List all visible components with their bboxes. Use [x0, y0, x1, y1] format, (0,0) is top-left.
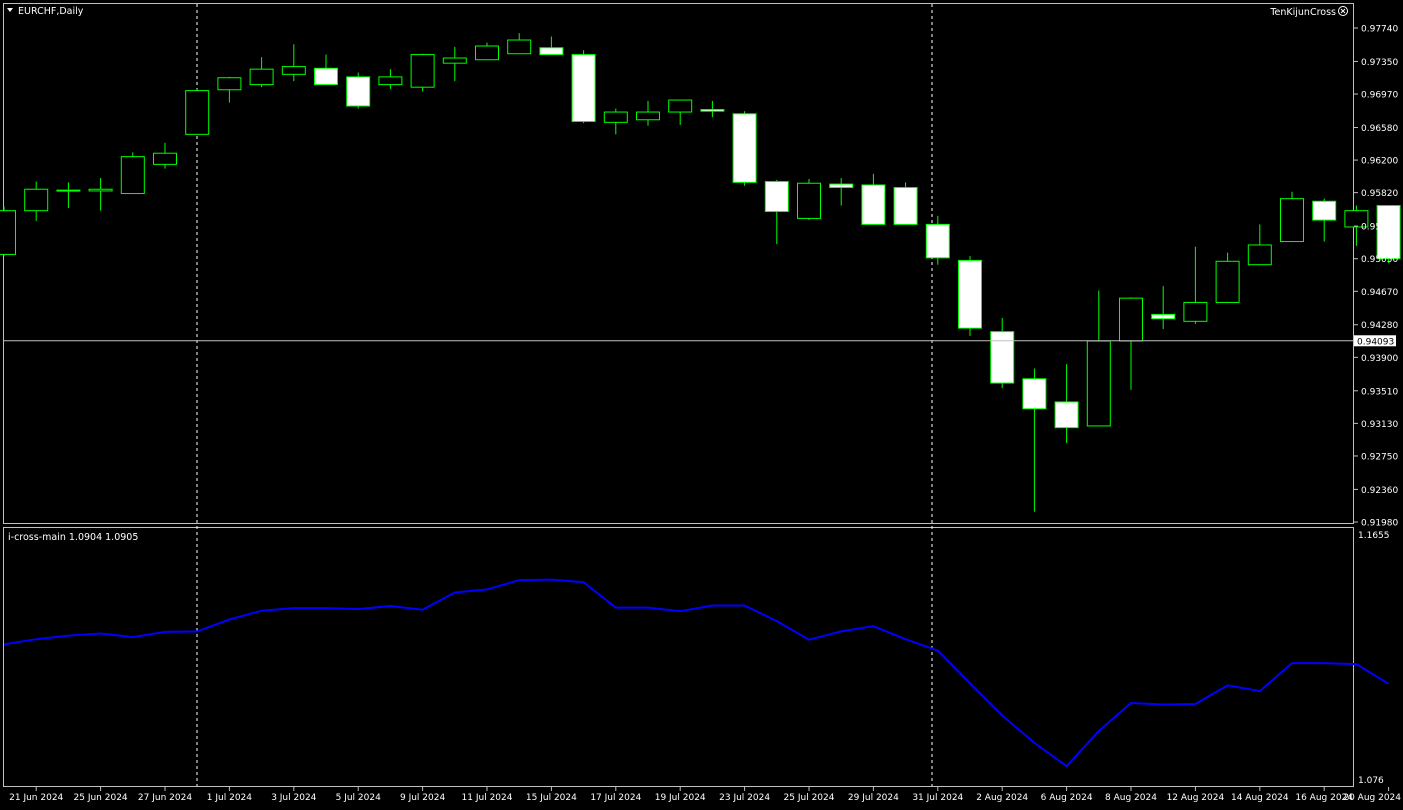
candle-body-bear	[1151, 313, 1176, 320]
candle-body-bull	[56, 189, 81, 192]
candle-body-bull	[1183, 301, 1208, 322]
price-tick-label: 0.94670	[1361, 288, 1398, 298]
time-tick-label: 3 Jul 2024	[271, 793, 316, 803]
candle-body-bull	[442, 57, 467, 64]
candle-body-bull	[1086, 340, 1111, 427]
candle-body-bear	[700, 108, 725, 112]
candle-body-bull	[1119, 297, 1143, 342]
candle	[0, 206, 16, 257]
candle	[1280, 191, 1304, 243]
time-tick-label: 25 Jul 2024	[784, 793, 835, 803]
price-tick-label: 0.96580	[1361, 124, 1398, 134]
symbol-label: EURCHF,Daily	[18, 6, 84, 17]
price-tick-label: 0.95430	[1361, 223, 1398, 233]
price-tick-label: 0.95050	[1361, 255, 1398, 265]
candle-body-bull	[410, 54, 435, 88]
sub-panel-max-label: 1.1655	[1358, 531, 1390, 541]
candle-body-bear	[958, 259, 982, 329]
time-tick-label: 6 Aug 2024	[1041, 793, 1093, 803]
time-tick-label: 17 Jul 2024	[590, 793, 641, 803]
price-tick-label: 0.96970	[1361, 91, 1398, 101]
time-tick-label: 15 Jul 2024	[526, 793, 577, 803]
price-tick-label: 0.93900	[1361, 354, 1398, 364]
time-tick-label: 20 Aug 2024	[1343, 793, 1401, 803]
candle	[893, 182, 918, 225]
price-tick-label: 0.91980	[1361, 519, 1398, 529]
candle	[958, 256, 982, 336]
candle	[797, 178, 821, 221]
price-tick-label: 0.96200	[1361, 157, 1398, 167]
candle-body-bear	[1054, 401, 1079, 429]
candle-body-bear	[925, 223, 950, 259]
price-tick-label: 0.93510	[1361, 387, 1398, 397]
time-tick-label: 27 Jun 2024	[138, 793, 192, 803]
candle-body-bear	[1022, 378, 1047, 410]
time-tick-label: 29 Jul 2024	[848, 793, 899, 803]
price-tick-label: 0.95820	[1361, 189, 1398, 199]
time-tick-label: 21 Jun 2024	[9, 793, 63, 803]
candle-body-bull	[668, 99, 693, 113]
time-tick-label: 19 Jul 2024	[655, 793, 706, 803]
candle-body-bear	[829, 183, 854, 189]
time-tick-label: 2 Aug 2024	[976, 793, 1028, 803]
candle-body-bull	[507, 39, 532, 55]
candle-body-bull	[120, 156, 145, 195]
price-tick-label: 0.97740	[1361, 25, 1398, 35]
candle-body-bear	[1312, 200, 1337, 221]
candle-body-bull	[378, 76, 403, 86]
candle-body-bear	[571, 54, 596, 122]
candle-body-bull	[603, 111, 628, 123]
current-price-label: 0.94093	[1357, 337, 1394, 347]
time-tick-label: 12 Aug 2024	[1167, 793, 1225, 803]
candle-body-bear	[539, 47, 564, 56]
candle-body-bull	[185, 90, 210, 135]
sub-panel-label: i-cross-main 1.0904 1.0905	[8, 532, 138, 543]
candle-body-bear	[346, 76, 371, 107]
price-tick-label: 0.93130	[1361, 420, 1398, 430]
candle-body-bull	[24, 188, 49, 212]
candle-body-bull	[217, 77, 242, 91]
price-tick-label: 0.92750	[1361, 452, 1398, 462]
candle-body-bull	[797, 182, 821, 219]
candle	[732, 111, 757, 186]
chart-background	[0, 0, 1403, 810]
candle-body-bear	[314, 67, 338, 86]
candle-body-bull	[153, 152, 177, 165]
candle-body-bull	[249, 68, 274, 86]
candle-body-bull	[636, 111, 660, 121]
candle-body-bull	[1215, 260, 1240, 303]
price-tick-label: 0.97350	[1361, 58, 1398, 68]
candle-body-bear	[861, 184, 886, 225]
candle-body-bull	[1280, 198, 1304, 243]
time-tick-label: 1 Jul 2024	[207, 793, 252, 803]
time-tick-label: 23 Jul 2024	[719, 793, 770, 803]
price-tick-label: 0.94280	[1361, 321, 1398, 331]
time-tick-label: 25 Jun 2024	[74, 793, 128, 803]
time-tick-label: 31 Jul 2024	[912, 793, 963, 803]
chart-area[interactable]: 0.97740 0.97350 0.96970 0.96580 0.96200 0.958…	[0, 0, 1403, 810]
candle	[410, 53, 435, 92]
candle	[185, 88, 210, 135]
candle-body-bear	[893, 187, 918, 225]
candle-body-bull	[0, 210, 16, 255]
candle-body-bull	[88, 188, 113, 192]
candle	[571, 50, 596, 124]
candle	[346, 72, 371, 109]
indicator-name-label: TenKijunCross	[1269, 7, 1336, 18]
time-tick-label: 11 Jul 2024	[462, 793, 513, 803]
time-tick-label: 8 Aug 2024	[1105, 793, 1157, 803]
candle-body-bear	[764, 181, 789, 213]
candle	[120, 152, 145, 195]
time-tick-label: 9 Jul 2024	[400, 793, 445, 803]
candle-body-bull	[281, 66, 306, 75]
time-tick-label: 5 Jul 2024	[336, 793, 381, 803]
price-tick-label: 0.92360	[1361, 486, 1398, 496]
candle-body-bear	[990, 331, 1015, 384]
sub-panel-min-label: 1.076	[1358, 776, 1384, 786]
candle-body-bear	[732, 113, 757, 183]
candle-body-bull	[475, 45, 499, 61]
candle-body-bull	[1247, 244, 1272, 266]
time-tick-label: 14 Aug 2024	[1231, 793, 1289, 803]
